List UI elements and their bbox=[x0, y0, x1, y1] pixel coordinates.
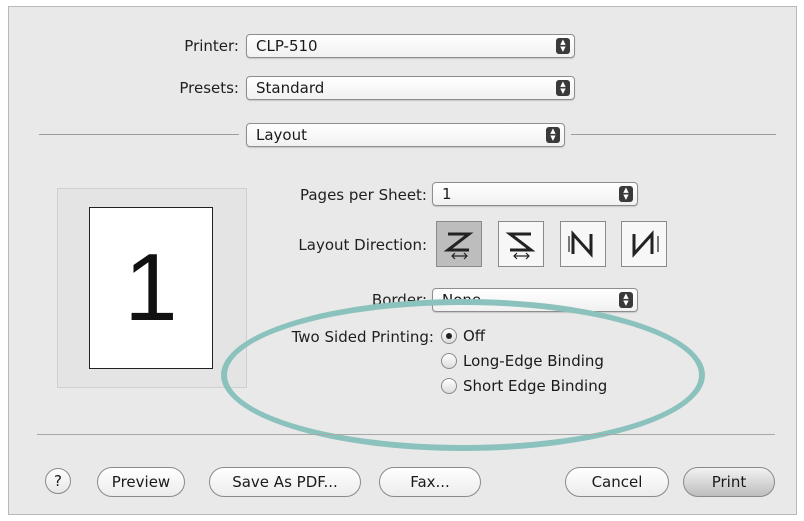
help-button[interactable]: ? bbox=[45, 468, 71, 494]
radio-unselected-icon[interactable] bbox=[441, 353, 457, 369]
layout-direction-s-button[interactable] bbox=[498, 221, 544, 267]
border-value: None bbox=[442, 291, 482, 309]
layout-direction-z-button[interactable] bbox=[436, 221, 482, 267]
radio-unselected-icon[interactable] bbox=[441, 378, 457, 394]
direction-reverse-z-icon bbox=[505, 232, 536, 260]
popup-arrows-icon: ▲ ▼ bbox=[546, 127, 560, 143]
printer-select[interactable]: CLP-510 ▲ ▼ bbox=[246, 34, 575, 58]
pages-per-sheet-value: 1 bbox=[442, 185, 452, 203]
printer-label: Printer: bbox=[184, 37, 239, 55]
two-sided-long-edge-option[interactable]: Long-Edge Binding bbox=[441, 352, 604, 370]
two-sided-off-option[interactable]: Off bbox=[441, 327, 485, 345]
direction-n-icon bbox=[568, 230, 593, 258]
popup-arrows-icon: ▲ ▼ bbox=[619, 292, 633, 308]
page-preview: 1 bbox=[89, 207, 213, 369]
footer-separator bbox=[37, 434, 775, 435]
pages-per-sheet-label: Pages per Sheet: bbox=[299, 186, 427, 204]
two-sided-long-edge-label: Long-Edge Binding bbox=[463, 352, 604, 370]
two-sided-off-label: Off bbox=[463, 327, 486, 345]
border-select[interactable]: None ▲ ▼ bbox=[432, 288, 638, 312]
popup-arrows-icon: ▲ ▼ bbox=[619, 186, 633, 202]
layout-direction-n-button[interactable] bbox=[560, 221, 606, 267]
layout-direction-reverse-n-button[interactable] bbox=[621, 221, 667, 267]
cancel-button[interactable]: Cancel bbox=[565, 467, 669, 497]
direction-z-icon bbox=[443, 232, 474, 260]
radio-selected-icon[interactable] bbox=[441, 328, 457, 344]
layout-direction-label: Layout Direction: bbox=[298, 236, 427, 254]
presets-select[interactable]: Standard ▲ ▼ bbox=[246, 76, 575, 100]
presets-label: Presets: bbox=[179, 79, 239, 97]
printer-value: CLP-510 bbox=[256, 37, 318, 55]
pages-per-sheet-select[interactable]: 1 ▲ ▼ bbox=[432, 182, 638, 206]
two-sided-short-edge-option[interactable]: Short Edge Binding bbox=[441, 377, 607, 395]
separator-left bbox=[39, 134, 239, 135]
presets-value: Standard bbox=[256, 79, 325, 97]
print-button[interactable]: Print bbox=[683, 467, 775, 497]
separator-right bbox=[571, 134, 776, 135]
fax-button[interactable]: Fax... bbox=[379, 467, 481, 497]
panel-select[interactable]: Layout ▲ ▼ bbox=[246, 123, 565, 147]
panel-value: Layout bbox=[256, 126, 307, 144]
two-sided-short-edge-label: Short Edge Binding bbox=[463, 377, 608, 395]
two-sided-label: Two Sided Printing: bbox=[291, 328, 434, 346]
border-label: Border: bbox=[371, 291, 427, 309]
save-as-pdf-button[interactable]: Save As PDF... bbox=[209, 467, 361, 497]
print-dialog: Printer: CLP-510 ▲ ▼ Presets: Standard ▲ ▼… bbox=[8, 6, 797, 515]
popup-arrows-icon: ▲ ▼ bbox=[556, 80, 570, 96]
popup-arrows-icon: ▲ ▼ bbox=[556, 38, 570, 54]
preview-button[interactable]: Preview bbox=[97, 467, 185, 497]
highlight-ellipse bbox=[221, 299, 705, 451]
direction-reverse-n-icon bbox=[632, 230, 659, 258]
